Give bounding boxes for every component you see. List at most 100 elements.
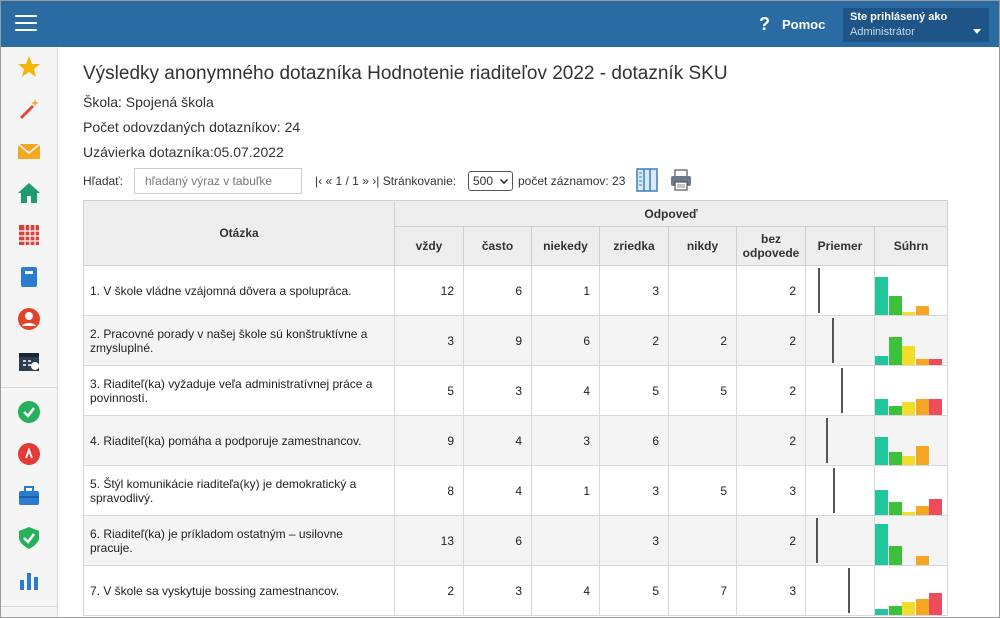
average-header[interactable]: Priemer [805, 226, 875, 266]
table-row[interactable]: 3. Riaditeľ(ka) vyžaduje veľa administra… [83, 365, 949, 416]
clock-calendar-icon[interactable] [17, 349, 41, 373]
question-cell: 2. Pracovné porady v našej škole sú konš… [83, 315, 395, 366]
question-cell: 7. V škole sa vyskytuje bossing zamestna… [83, 565, 395, 616]
sparkline-bar [875, 355, 888, 365]
page-size-select[interactable]: 500 [468, 171, 513, 191]
sparkline-bar [902, 455, 916, 465]
sparkline-bar [888, 452, 902, 465]
pagination: |‹ « 1 / 1 » ›| Stránkovanie: [315, 174, 456, 188]
summary-sparkline [875, 365, 943, 415]
table-row[interactable]: 1. V škole vládne vzájomná dôvera a spol… [83, 265, 949, 316]
average-marker [841, 368, 844, 413]
answer-count-cell: 4 [531, 565, 600, 616]
sparkline-bar [915, 446, 929, 465]
star-icon[interactable] [17, 55, 41, 79]
help-label: Pomoc [782, 17, 826, 32]
sparkline-bar [915, 505, 929, 515]
answer-count-cell: 4 [463, 465, 532, 516]
answer-header[interactable]: nikdy [668, 226, 737, 266]
answer-count-cell: 9 [463, 315, 532, 366]
columns-icon[interactable] [636, 168, 658, 192]
sparkline-bar [915, 399, 929, 415]
table-row[interactable]: 2. Pracovné porady v našej škole sú konš… [83, 315, 949, 366]
summary-cell [873, 515, 949, 566]
question-cell: 4. Riaditeľ(ka) pomáha a podporuje zames… [83, 415, 395, 466]
chevron-down-icon [500, 176, 508, 184]
record-count: počet záznamov: 23 [518, 174, 626, 188]
answer-count-cell [531, 515, 600, 566]
pin-badge-icon[interactable] [17, 442, 41, 466]
answer-header[interactable]: vždy [394, 226, 464, 266]
sparkline-bar [888, 405, 902, 415]
answer-count-cell: 5 [394, 365, 464, 416]
first-page-button[interactable]: |‹ [315, 174, 322, 188]
user-circle-icon[interactable] [17, 307, 41, 331]
answer-group-header: Odpoveď [393, 200, 949, 227]
grid-calendar-icon[interactable] [17, 223, 41, 247]
answer-count-cell: 7 [668, 565, 737, 616]
table-row[interactable]: 6. Riaditeľ(ka) je príkladom ostatným – … [83, 515, 949, 566]
average-marker [817, 268, 820, 313]
answer-count-cell: 1 [531, 465, 600, 516]
printer-icon[interactable] [670, 168, 692, 192]
table-row[interactable]: 5. Štýl komunikácie riaditeľa(ky) je dem… [83, 465, 949, 516]
answer-count-cell: 2 [736, 415, 806, 466]
average-cell [805, 565, 875, 616]
school-info: Škola: Spojená škola [83, 94, 214, 110]
briefcase-icon[interactable] [17, 484, 41, 508]
answer-count-cell: 6 [531, 315, 600, 366]
check-badge-icon[interactable] [17, 400, 41, 424]
answer-count-cell: 3 [599, 265, 669, 316]
answer-count-cell: 4 [531, 365, 600, 416]
chevron-down-icon [973, 29, 981, 34]
answer-count-cell [668, 415, 737, 466]
user-menu[interactable]: Ste prihlásený ako Administrátor [843, 8, 989, 42]
answer-count-cell: 3 [736, 565, 806, 616]
sparkline-bar [888, 336, 902, 365]
question-icon: ? [759, 14, 770, 34]
search-input[interactable]: hľadaný výraz v tabuľke [134, 168, 302, 194]
sidebar [1, 47, 58, 617]
help-button[interactable]: ? Pomoc [759, 14, 825, 35]
answer-header[interactable]: niekedy [531, 226, 600, 266]
answer-count-cell: 5 [599, 365, 669, 416]
answer-header[interactable]: zriedka [599, 226, 669, 266]
prev-page-button[interactable]: « [325, 174, 332, 188]
bar-chart-icon[interactable] [17, 568, 41, 592]
home-icon[interactable] [17, 181, 41, 205]
answer-count-cell: 6 [463, 265, 532, 316]
table-row[interactable]: 7. V škole sa vyskytuje bossing zamestna… [83, 565, 949, 616]
magic-wand-icon[interactable] [17, 97, 41, 121]
sparkline-bar [902, 602, 916, 615]
answer-count-cell: 2 [668, 315, 737, 366]
user-role: Administrátor [850, 26, 915, 38]
answer-header[interactable]: často [463, 226, 532, 266]
average-marker [833, 468, 836, 513]
question-column-header[interactable]: Otázka [83, 200, 395, 266]
table-row[interactable]: 4. Riaditeľ(ka) pomáha a podporuje zames… [83, 415, 949, 466]
answer-header[interactable]: bez odpovede [736, 226, 806, 266]
sparkline-bar [875, 399, 888, 415]
summary-sparkline [875, 315, 943, 365]
shield-check-icon[interactable] [17, 526, 41, 550]
answer-count-cell [668, 515, 737, 566]
average-cell [805, 465, 875, 516]
answer-count-cell: 2 [736, 315, 806, 366]
submitted-count: Počet odovzdaných dotazníkov: 24 [83, 119, 301, 135]
average-cell [805, 365, 875, 416]
answer-count-cell: 3 [394, 315, 464, 366]
sparkline-bar [888, 546, 902, 565]
menu-icon[interactable] [15, 15, 37, 33]
summary-header[interactable]: Súhrn [873, 226, 949, 266]
sidebar-divider [1, 606, 58, 607]
envelope-icon[interactable] [17, 139, 41, 163]
page-title: Výsledky anonymného dotazníka Hodnotenie… [83, 63, 728, 84]
question-cell: 6. Riaditeľ(ka) je príkladom ostatným – … [83, 515, 395, 566]
average-marker [848, 568, 851, 613]
answer-count-cell: 2 [736, 265, 806, 316]
next-page-button[interactable]: » [362, 174, 369, 188]
summary-cell [873, 365, 949, 416]
last-page-button[interactable]: ›| [372, 174, 379, 188]
notebook-icon[interactable] [17, 265, 41, 289]
answer-count-cell: 3 [531, 415, 600, 466]
